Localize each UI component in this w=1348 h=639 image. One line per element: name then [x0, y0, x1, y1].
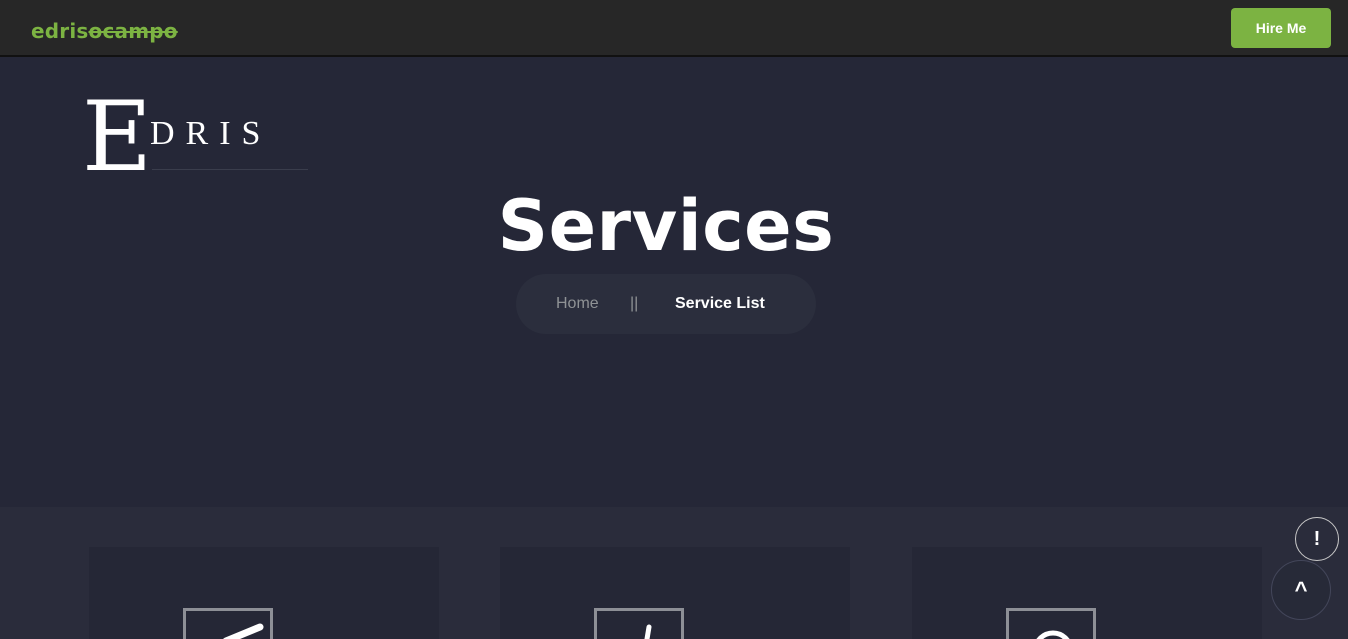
brand-second: ocampo	[88, 19, 178, 43]
breadcrumb-home-link[interactable]: Home	[556, 295, 599, 313]
lightbulb-icon	[1006, 608, 1096, 639]
top-navbar: edrisocampo Hire Me	[0, 0, 1348, 57]
brush-icon	[594, 608, 684, 639]
service-card[interactable]	[89, 547, 439, 639]
info-button[interactable]: !	[1295, 517, 1339, 561]
breadcrumb: Home || Service List	[516, 274, 816, 334]
logo-divider	[152, 169, 308, 170]
brand-first: edris	[31, 19, 89, 43]
hire-me-button[interactable]: Hire Me	[1231, 8, 1331, 48]
edris-logo: E DRIS	[82, 89, 312, 187]
service-card[interactable]	[500, 547, 850, 639]
pen-icon	[183, 608, 273, 639]
hero-section: E DRIS Services Home || Service List	[0, 57, 1348, 507]
breadcrumb-current: Service List	[675, 295, 765, 312]
scroll-to-top-button[interactable]: ^	[1271, 560, 1331, 620]
logo-initial: E	[82, 81, 153, 193]
brand-logo[interactable]: edrisocampo	[31, 19, 178, 43]
breadcrumb-separator: ||	[630, 295, 639, 312]
logo-word: DRIS	[150, 115, 272, 152]
service-card[interactable]	[912, 547, 1262, 639]
services-section	[0, 507, 1348, 639]
page-title: Services	[497, 185, 835, 267]
